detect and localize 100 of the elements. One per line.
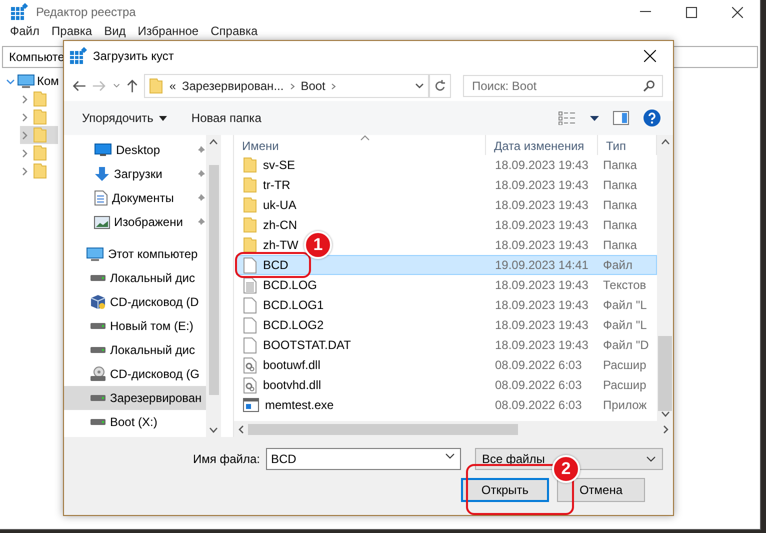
file-name[interactable]: BCD.LOG1: [263, 298, 324, 312]
file-name[interactable]: zh-CN: [263, 218, 298, 232]
scroll-down-icon[interactable]: [660, 411, 670, 417]
caret-icon[interactable]: [590, 116, 599, 120]
file-name[interactable]: zh-TW: [263, 238, 298, 252]
date-cell-text: 18.09.2023 19:43: [494, 318, 590, 332]
type-cell-text: Прилож: [602, 398, 648, 412]
organize-button[interactable]: Упорядочить: [74, 108, 176, 128]
scroll-left-icon[interactable]: [238, 424, 244, 434]
help-icon[interactable]: [643, 109, 661, 127]
nav-item[interactable]: Boot (X:): [64, 410, 206, 434]
file-name[interactable]: bootvhd.dll: [263, 378, 322, 392]
date-cell-text: 18.09.2023 19:43: [494, 338, 590, 352]
type-cell-text: Файл: [602, 258, 634, 272]
up-arrow-icon[interactable]: [126, 78, 138, 94]
file-name[interactable]: tr-TR: [263, 178, 290, 192]
drive-icon: [90, 418, 106, 426]
cancel-button[interactable]: Отмена: [557, 478, 645, 502]
menu-item[interactable]: Правка: [46, 24, 98, 38]
scroll-right-icon[interactable]: [663, 424, 669, 434]
date-cell-text: 18.09.2023 19:43: [494, 198, 590, 212]
scroll-up-icon[interactable]: [209, 139, 218, 145]
type-cell-text: Расшир: [602, 378, 648, 392]
file-name[interactable]: BCD.LOG: [263, 278, 318, 292]
type-cell-text: Папка: [602, 158, 638, 172]
type-cell-text: Файл "D: [602, 338, 650, 352]
scroll-thumb[interactable]: [658, 336, 672, 411]
caret-icon[interactable]: [415, 83, 424, 89]
file-name[interactable]: BCD: [263, 258, 288, 272]
nav-item[interactable]: Этот компьютер: [64, 242, 206, 266]
refresh-icon[interactable]: [434, 80, 446, 92]
date-cell-text: 19.09.2023 14:41: [494, 258, 590, 272]
selected-row-highlight[interactable]: BCD 19.09.2023 14:41 Файл: [236, 255, 657, 275]
nav-item[interactable]: Desktop: [64, 138, 206, 162]
maximize-icon[interactable]: [686, 6, 696, 18]
chevron-icon: [290, 82, 295, 90]
menu-item[interactable]: Вид: [98, 24, 132, 38]
folder-icon: [33, 163, 47, 179]
nav-item[interactable]: CD-дисковод (G: [64, 362, 206, 386]
pin-icon[interactable]: [196, 193, 206, 203]
scroll-down-icon[interactable]: [209, 427, 218, 433]
picture-icon: [94, 216, 110, 228]
folder-icon: [243, 217, 257, 233]
file-icon: [243, 336, 257, 354]
new-folder-button[interactable]: Новая папка: [183, 108, 270, 128]
desktop-icon: [94, 143, 112, 157]
file-name[interactable]: bootuwf.dll: [263, 358, 320, 372]
pin-icon[interactable]: [196, 169, 206, 179]
menu-item[interactable]: Файл: [4, 24, 46, 38]
nav-item[interactable]: Локальный дис: [64, 266, 206, 290]
column-header[interactable]: Имени: [234, 135, 486, 155]
minimize-icon[interactable]: [640, 11, 650, 13]
scroll-thumb[interactable]: [248, 424, 518, 434]
file-name[interactable]: BCD.LOG2: [263, 318, 324, 332]
nav-item[interactable]: Новый том (E:): [64, 314, 206, 338]
nav-item[interactable]: Документы: [64, 186, 206, 210]
file-name[interactable]: memtest.exe: [265, 398, 334, 412]
nav-item[interactable]: Зарезервирован: [64, 386, 206, 410]
address-bar[interactable]: « Зарезервирован... Boot: [144, 74, 430, 98]
tree-item[interactable]: Ком: [37, 74, 59, 88]
back-icon[interactable]: [72, 79, 86, 93]
scrollbar[interactable]: [657, 135, 673, 421]
column-header[interactable]: Дата изменения: [486, 135, 598, 155]
date-cell-text: 18.09.2023 19:43: [494, 238, 590, 252]
nav-item[interactable]: CD-дисковод (D: [64, 290, 206, 314]
preview-pane-icon[interactable]: [613, 111, 629, 125]
date-cell-text: 08.09.2022 6:03: [494, 398, 583, 412]
folder-icon: [243, 237, 257, 253]
scrollbar[interactable]: [206, 135, 221, 437]
forward-icon[interactable]: [92, 79, 107, 93]
menu-item[interactable]: Справка: [204, 24, 264, 38]
date-cell-text: 08.09.2022 6:03: [494, 358, 583, 372]
nav-item[interactable]: Изображени: [64, 210, 206, 234]
file-name[interactable]: sv-SE: [263, 158, 296, 172]
view-list-icon[interactable]: [558, 111, 576, 125]
filename-field[interactable]: BCD: [266, 448, 461, 470]
search-icon[interactable]: [643, 80, 655, 92]
menu-item[interactable]: Избранное: [132, 24, 205, 38]
scroll-thumb[interactable]: [208, 165, 218, 395]
window-title: Редактор реестра: [36, 5, 136, 19]
scrollbar[interactable]: [234, 421, 673, 437]
nav-item[interactable]: Загрузки: [64, 162, 206, 186]
cd-drive-icon: [90, 366, 106, 382]
file-name[interactable]: uk-UA: [263, 198, 296, 212]
open-button[interactable]: Открыть: [461, 478, 549, 502]
close-icon[interactable]: [644, 50, 656, 62]
pin-icon[interactable]: [196, 145, 206, 155]
type-cell-text: Папка: [602, 218, 638, 232]
gear-file-icon: [243, 376, 257, 394]
close-icon[interactable]: [732, 6, 742, 18]
file-name[interactable]: BOOTSTAT.DAT: [263, 338, 352, 352]
pin-icon[interactable]: [196, 217, 206, 227]
type-cell-text: Файл "L: [602, 298, 648, 312]
text-file-icon: [243, 276, 257, 294]
type-cell-text: Папка: [602, 238, 638, 252]
search-field[interactable]: Поиск: Boot: [463, 75, 663, 97]
nav-item[interactable]: Локальный дис: [64, 338, 206, 362]
scroll-up-icon[interactable]: [660, 139, 670, 145]
folder-icon: [33, 91, 47, 107]
caret-icon[interactable]: [445, 453, 455, 459]
